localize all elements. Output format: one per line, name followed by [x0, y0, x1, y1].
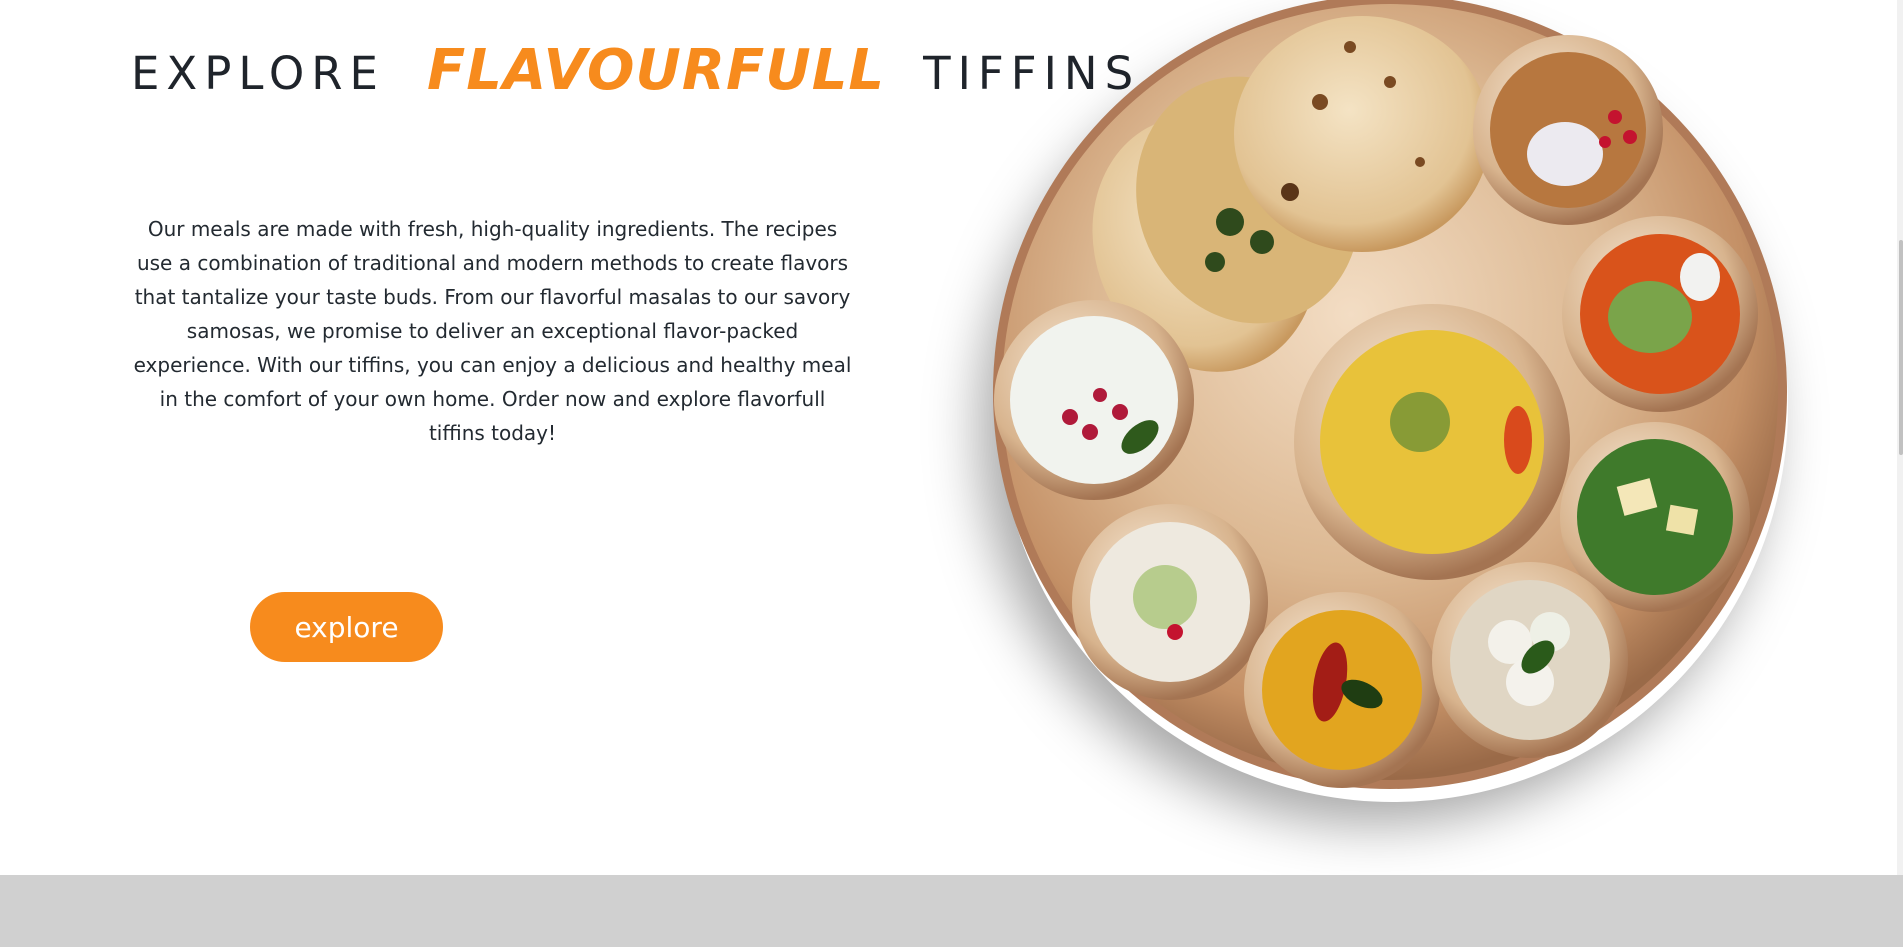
footer-band — [0, 875, 1903, 947]
bowl-dessert-icon — [1473, 35, 1663, 225]
hero-title: EXPLORE FLAVOURFULL TIFFINS — [131, 38, 1140, 103]
bowl-chaat-icon — [1072, 504, 1268, 700]
bowl-dal-icon — [1244, 592, 1440, 788]
explore-button[interactable]: explore — [250, 592, 443, 662]
hero-description: Our meals are made with fresh, high-qual… — [133, 217, 852, 445]
hero-title-word-explore: EXPLORE — [131, 47, 385, 100]
thali-image — [990, 0, 1795, 802]
bowl-paneer-icon — [1432, 562, 1628, 758]
scrollbar-track[interactable] — [1897, 0, 1903, 875]
thali-plate-illustration — [993, 0, 1787, 789]
bowl-curry-red-icon — [1562, 216, 1758, 412]
page: EXPLORE FLAVOURFULL TIFFINS Our meals ar… — [0, 0, 1903, 947]
hero-title-word-flavourfull: FLAVOURFULL — [426, 38, 886, 103]
bowl-rice-icon — [1294, 304, 1570, 580]
bowl-raita-icon — [994, 300, 1194, 500]
scrollbar-thumb[interactable] — [1899, 240, 1903, 455]
